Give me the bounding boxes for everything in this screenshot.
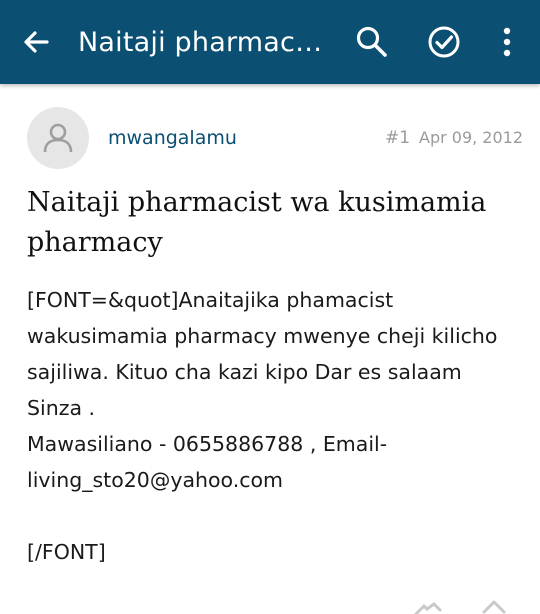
post-title: Naitaji pharmacist wa kusimamia pharmacy: [27, 187, 487, 258]
post-body-line: Sinza .: [27, 396, 96, 420]
thanks-button[interactable]: [410, 598, 446, 614]
post-number: #1: [385, 128, 411, 148]
post-body-line: sajiliwa. Kituo cha kazi kipo Dar es sal…: [27, 360, 462, 384]
back-button[interactable]: [18, 24, 54, 60]
post-date: Apr 09, 2012: [419, 128, 524, 147]
check-circle-icon: [428, 26, 460, 58]
page-title: Naitaji pharmacis...: [78, 27, 328, 58]
post-body-line: Mawasiliano - 0655886788 , Email-: [27, 432, 388, 456]
post-header: mwangalamu #1 Apr 09, 2012: [0, 105, 540, 171]
back-arrow-icon: [24, 31, 49, 53]
search-button[interactable]: [352, 22, 392, 62]
post-body-line: wakusimamia pharmacy mwenye cheji kilich…: [27, 324, 498, 348]
user-placeholder-icon: [43, 123, 73, 153]
mark-read-button[interactable]: [424, 22, 464, 62]
thanks-icon: [414, 602, 442, 614]
reply-icon: [482, 600, 506, 614]
post-body-blank-line: [27, 498, 522, 534]
app-bar: Naitaji pharmacis...: [0, 0, 540, 84]
post-body-line: [FONT=&quot]Anaitajika phamacist: [27, 288, 394, 312]
search-icon: [356, 26, 387, 57]
post-body: [FONT=&quot]Anaitajika phamacist wakusim…: [27, 282, 522, 570]
post-body-line: living_sto20@yahoo.com: [27, 468, 284, 492]
avatar[interactable]: [27, 107, 89, 169]
post-author[interactable]: mwangalamu: [108, 125, 237, 151]
reply-button[interactable]: [476, 598, 512, 614]
overflow-menu-button[interactable]: [487, 22, 527, 62]
more-vert-icon: [503, 27, 511, 57]
post-body-line: [/FONT]: [27, 540, 106, 564]
